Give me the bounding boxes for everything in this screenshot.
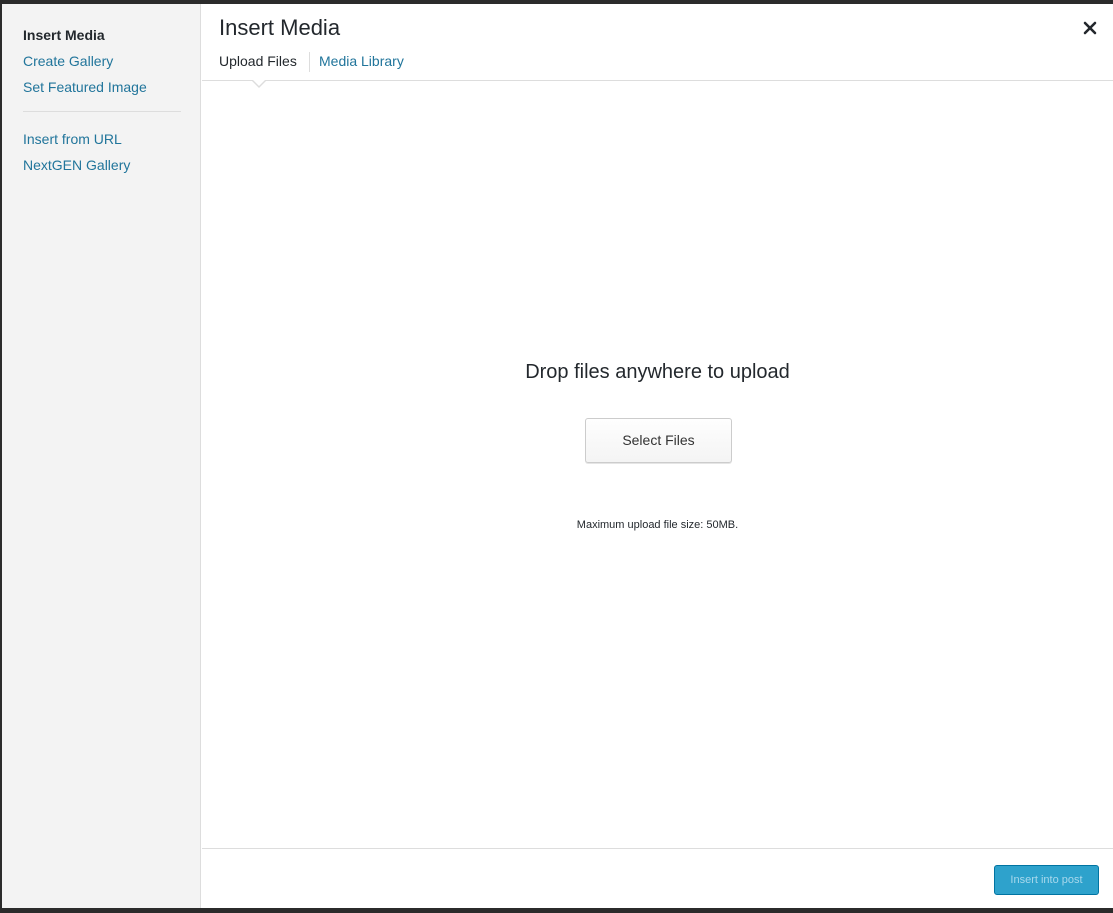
select-files-button[interactable]: Select Files xyxy=(585,418,732,463)
menu-item-nextgen-gallery[interactable]: NextGEN Gallery xyxy=(23,156,130,174)
drop-instructions: Drop files anywhere to upload xyxy=(525,361,790,383)
media-frame-menu: Insert Media Create Gallery Set Featured… xyxy=(2,4,201,908)
media-toolbar: Insert into post xyxy=(202,848,1113,908)
menu-item-insert-media[interactable]: Insert Media xyxy=(23,26,105,44)
close-button[interactable] xyxy=(1079,17,1101,39)
max-upload-size: Maximum upload file size: 50MB. xyxy=(576,519,739,531)
menu-item-create-gallery[interactable]: Create Gallery xyxy=(23,52,113,70)
menu-item-insert-from-url[interactable]: Insert from URL xyxy=(23,130,122,148)
upload-drop-zone[interactable]: Drop files anywhere to upload Select Fil… xyxy=(202,81,1113,848)
tab-upload-files[interactable]: Upload Files xyxy=(219,52,297,70)
modal-title: Insert Media xyxy=(219,15,341,40)
menu-separator xyxy=(23,111,181,112)
insert-into-post-button[interactable]: Insert into post xyxy=(994,865,1099,895)
tab-media-library[interactable]: Media Library xyxy=(319,52,404,70)
menu-item-set-featured-image[interactable]: Set Featured Image xyxy=(23,78,147,96)
tab-divider xyxy=(309,52,310,72)
close-icon xyxy=(1083,21,1097,35)
insert-media-modal: Insert Media Create Gallery Set Featured… xyxy=(2,4,1113,908)
